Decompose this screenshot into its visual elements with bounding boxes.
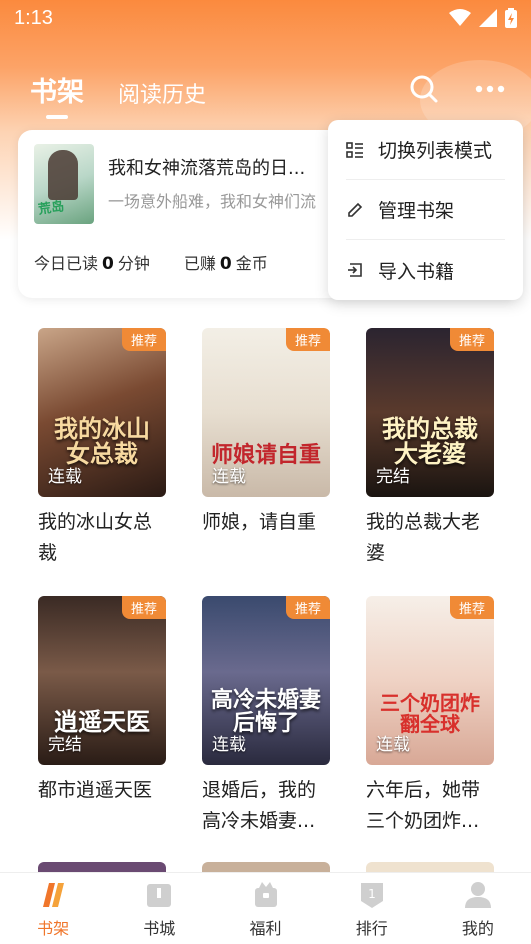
top-actions	[409, 74, 505, 104]
book-cover[interactable]: 高冷未婚妻后悔了 推荐 连载	[202, 596, 330, 765]
more-menu: 切换列表模式 管理书架 导入书籍	[328, 120, 523, 300]
book-title: 都市逍遥天医	[38, 779, 153, 801]
reading-stats: 今日已读 0 分钟 已赚 0 金币	[34, 250, 268, 274]
status-time: 1:13	[14, 6, 53, 29]
recommend-badge: 推荐	[285, 596, 330, 619]
book-title: 退婚后，我的高冷未婚妻...	[202, 779, 317, 832]
nav-bookstore[interactable]: 书城	[106, 873, 212, 944]
menu-item-label: 导入书籍	[378, 260, 455, 283]
signal-icon	[479, 9, 497, 27]
nav-bookshelf[interactable]: 书架	[0, 873, 106, 944]
serial-status-tag: 连载	[376, 735, 410, 755]
serial-status-tag: 连载	[212, 735, 246, 755]
nav-label: 书架	[37, 918, 70, 938]
book-item[interactable]: 三个奶团炸翻全球 推荐 连载 六年后，她带三个奶团炸...	[366, 596, 494, 837]
current-book-cover[interactable]: 荒岛	[34, 144, 94, 224]
nav-label: 书城	[143, 918, 176, 938]
recommend-badge: 推荐	[285, 328, 330, 351]
book-cover[interactable]: 逍遥天医 推荐 完结	[38, 596, 166, 765]
menu-item-switch-list-mode[interactable]: 切换列表模式	[346, 120, 505, 180]
recommend-badge: 推荐	[449, 328, 494, 351]
gift-icon	[254, 881, 277, 907]
nav-label: 我的	[461, 918, 494, 938]
book-item[interactable]: 师娘请自重 推荐 连载 师娘，请自重	[202, 328, 330, 569]
current-book-subtitle: 一场意外船难，我和女神们流	[108, 192, 317, 211]
recommend-badge: 推荐	[121, 328, 166, 351]
serial-status-tag: 连载	[212, 467, 246, 487]
nav-ranking[interactable]: 1 排行	[319, 873, 425, 944]
recommend-badge: 推荐	[449, 596, 494, 619]
cover-title-text: 我的冰山女总裁	[54, 414, 150, 468]
import-icon	[348, 263, 362, 277]
bookshelf-icon	[43, 882, 65, 907]
book-title: 六年后，她带三个奶团炸...	[366, 779, 481, 832]
book-cover[interactable]: 师娘请自重 推荐 连载	[202, 328, 330, 497]
read-time-stat: 今日已读 0 分钟	[34, 254, 150, 274]
earned-coins-stat: 已赚 0 金币	[183, 254, 268, 274]
menu-item-label: 管理书架	[378, 200, 455, 222]
serial-status-tag: 完结	[376, 467, 410, 487]
search-icon[interactable]	[409, 74, 439, 104]
wifi-icon	[449, 9, 471, 26]
tab-bookshelf[interactable]: 书架	[30, 70, 84, 109]
ranking-badge-icon: 1	[360, 882, 383, 908]
tab-reading-history[interactable]: 阅读历史	[118, 77, 206, 109]
book-cover[interactable]: 我的总裁大老婆 推荐 完结	[366, 328, 494, 497]
recommend-badge: 推荐	[121, 596, 166, 619]
user-icon	[464, 881, 491, 908]
book-icon	[147, 883, 172, 907]
list-mode-icon	[346, 141, 363, 158]
book-item[interactable]: 高冷未婚妻后悔了 推荐 连载 退婚后，我的高冷未婚妻...	[202, 596, 330, 837]
nav-profile[interactable]: 我的	[425, 873, 531, 944]
battery-icon	[505, 8, 517, 28]
book-title: 我的总裁大老婆	[366, 511, 481, 564]
cover-title-text: 三个奶团炸翻全球	[380, 691, 480, 736]
nav-welfare[interactable]: 福利	[212, 873, 318, 944]
more-icon[interactable]	[475, 84, 505, 94]
nav-label: 福利	[249, 918, 282, 938]
book-item[interactable]: 逍遥天医 推荐 完结 都市逍遥天医	[38, 596, 166, 837]
book-cover[interactable]: 三个奶团炸翻全球 推荐 连载	[366, 596, 494, 765]
current-book-title: 我和女神流落荒岛的日...	[108, 158, 306, 179]
top-tabs: 书架 阅读历史	[30, 70, 206, 109]
bottom-nav: 书架 书城 福利 1 排行 我的	[0, 872, 531, 944]
serial-status-tag: 完结	[48, 735, 82, 755]
nav-label: 排行	[355, 918, 388, 938]
book-cover[interactable]: 我的冰山女总裁 推荐 连载	[38, 328, 166, 497]
cover-title-text: 高冷未婚妻后悔了	[210, 687, 321, 736]
svg-text:1: 1	[368, 887, 376, 901]
status-icons	[449, 8, 517, 28]
edit-icon	[348, 202, 363, 217]
book-item[interactable]: 我的总裁大老婆 推荐 完结 我的总裁大老婆	[366, 328, 494, 569]
menu-item-import-books[interactable]: 导入书籍	[346, 240, 505, 300]
status-bar: 1:13	[0, 0, 531, 36]
menu-item-manage-shelf[interactable]: 管理书架	[346, 180, 505, 240]
book-item[interactable]: 我的冰山女总裁 推荐 连载 我的冰山女总裁	[38, 328, 166, 569]
serial-status-tag: 连载	[48, 467, 82, 487]
cover-title-text: 我的总裁大老婆	[382, 414, 478, 468]
book-title: 师娘，请自重	[202, 511, 317, 533]
menu-item-label: 切换列表模式	[378, 140, 493, 162]
book-title: 我的冰山女总裁	[38, 511, 153, 564]
